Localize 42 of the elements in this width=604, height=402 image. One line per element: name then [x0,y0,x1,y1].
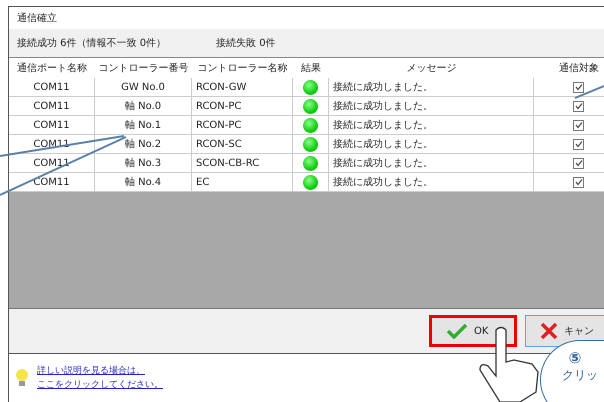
table-cell: SCON-CB-RC [192,154,293,173]
table-cell: 軸 No.3 [95,154,192,173]
table-cell: 軸 No.0 [95,97,192,116]
checkbox[interactable] [573,158,584,168]
table-cell: RCON-SC [192,135,293,154]
table-cell: COM11 [9,116,95,135]
step-number: ⑤ [568,349,582,367]
table-cell: COM11 [9,78,95,97]
checkbox[interactable] [573,100,584,112]
leader-line [574,85,604,99]
table-cell: 接続に成功しました。 [329,135,534,154]
table-cell: 軸 No.1 [95,116,192,135]
close-icon [540,322,558,340]
success-count: 接続成功 6件（情報不一致 0件） [17,36,166,50]
checkbox[interactable] [573,120,584,130]
column-header: コントローラー名称 [196,62,288,76]
table-cell: 軸 No.2 [95,135,192,154]
column-header: コントローラー番号 [98,62,190,76]
light-bulb-icon [13,367,31,389]
window-title: 通信確立 [9,7,604,29]
table-cell: 接続に成功しました。 [329,116,534,135]
column-header: メッセージ [406,62,458,76]
table-cell: RCON-GW [192,78,293,97]
table-cell: COM11 [9,154,95,173]
check-icon [446,323,468,339]
table-cell: COM11 [9,97,95,116]
column-header: 通信ポート名称 [16,62,88,76]
ok-button[interactable]: OK [429,315,517,347]
checkbox[interactable] [573,82,584,92]
table-cell: 接続に成功しました。 [329,78,534,97]
table-cell: RCON-PC [192,97,293,116]
column-header: 結果 [300,62,322,76]
column-header: 通信対象 [558,62,600,76]
cancel-button[interactable]: キャン [525,315,604,347]
table-cell: GW No.0 [95,78,192,97]
table-cell: RCON-PC [192,116,293,135]
table-cell: 接続に成功しました。 [329,97,534,116]
checkbox[interactable] [573,138,584,150]
checkbox[interactable] [573,176,584,188]
failure-count: 接続失敗 0件 [216,36,276,50]
table-cell: 接続に成功しました。 [329,154,534,173]
callout-text: クリッ [562,367,598,384]
